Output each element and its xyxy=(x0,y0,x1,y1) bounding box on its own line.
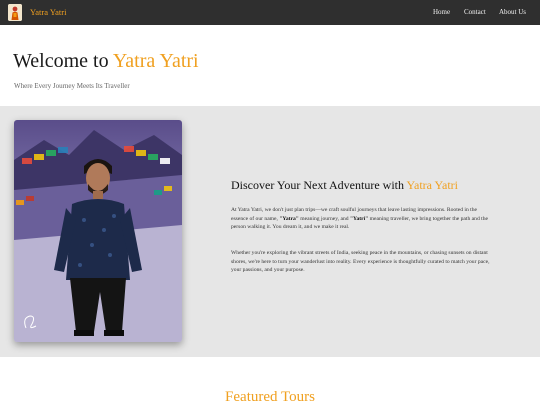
nav-contact-link[interactable]: Contact xyxy=(464,8,486,16)
featured-section: Featured Tours xyxy=(0,357,540,405)
hero-title-accent: Yatra Yatri xyxy=(112,50,199,72)
about-heading: Discover Your Next Adventure with Yatra … xyxy=(231,178,458,193)
traveller-photo-image xyxy=(14,120,182,342)
about-section: Discover Your Next Adventure with Yatra … xyxy=(0,106,540,357)
about-p1-yatri: "Yatri" xyxy=(349,215,369,222)
about-p1-yatra: "Yatra" xyxy=(279,215,299,222)
logo-icon[interactable] xyxy=(8,4,22,21)
hero-subtitle: Where Every Journey Meets Its Traveller xyxy=(14,82,130,90)
about-paragraph-1: At Yatra Yatri, we don't just plan trips… xyxy=(231,206,495,232)
brand-name[interactable]: Yatra Yatri xyxy=(30,7,66,17)
nav-about-link[interactable]: About Us xyxy=(499,8,526,16)
about-p1-text-b: meaning journey, and xyxy=(298,215,350,222)
hero-title-prefix: Welcome to xyxy=(13,50,113,72)
about-paragraph-2: Whether you're exploring the vibrant str… xyxy=(231,250,490,274)
hero-section: Welcome to Yatra Yatri Where Every Journ… xyxy=(0,25,540,106)
traveller-photo xyxy=(14,120,182,342)
about-heading-prefix: Discover Your Next Adventure with xyxy=(231,178,407,192)
featured-tours-title: Featured Tours xyxy=(225,389,315,405)
navbar: Yatra Yatri Home Contact About Us xyxy=(0,0,540,25)
hero-title: Welcome to Yatra Yatri xyxy=(13,50,199,73)
nav-home-link[interactable]: Home xyxy=(433,8,450,16)
logo-figure-icon xyxy=(8,4,22,21)
about-heading-accent: Yatra Yatri xyxy=(406,178,459,192)
